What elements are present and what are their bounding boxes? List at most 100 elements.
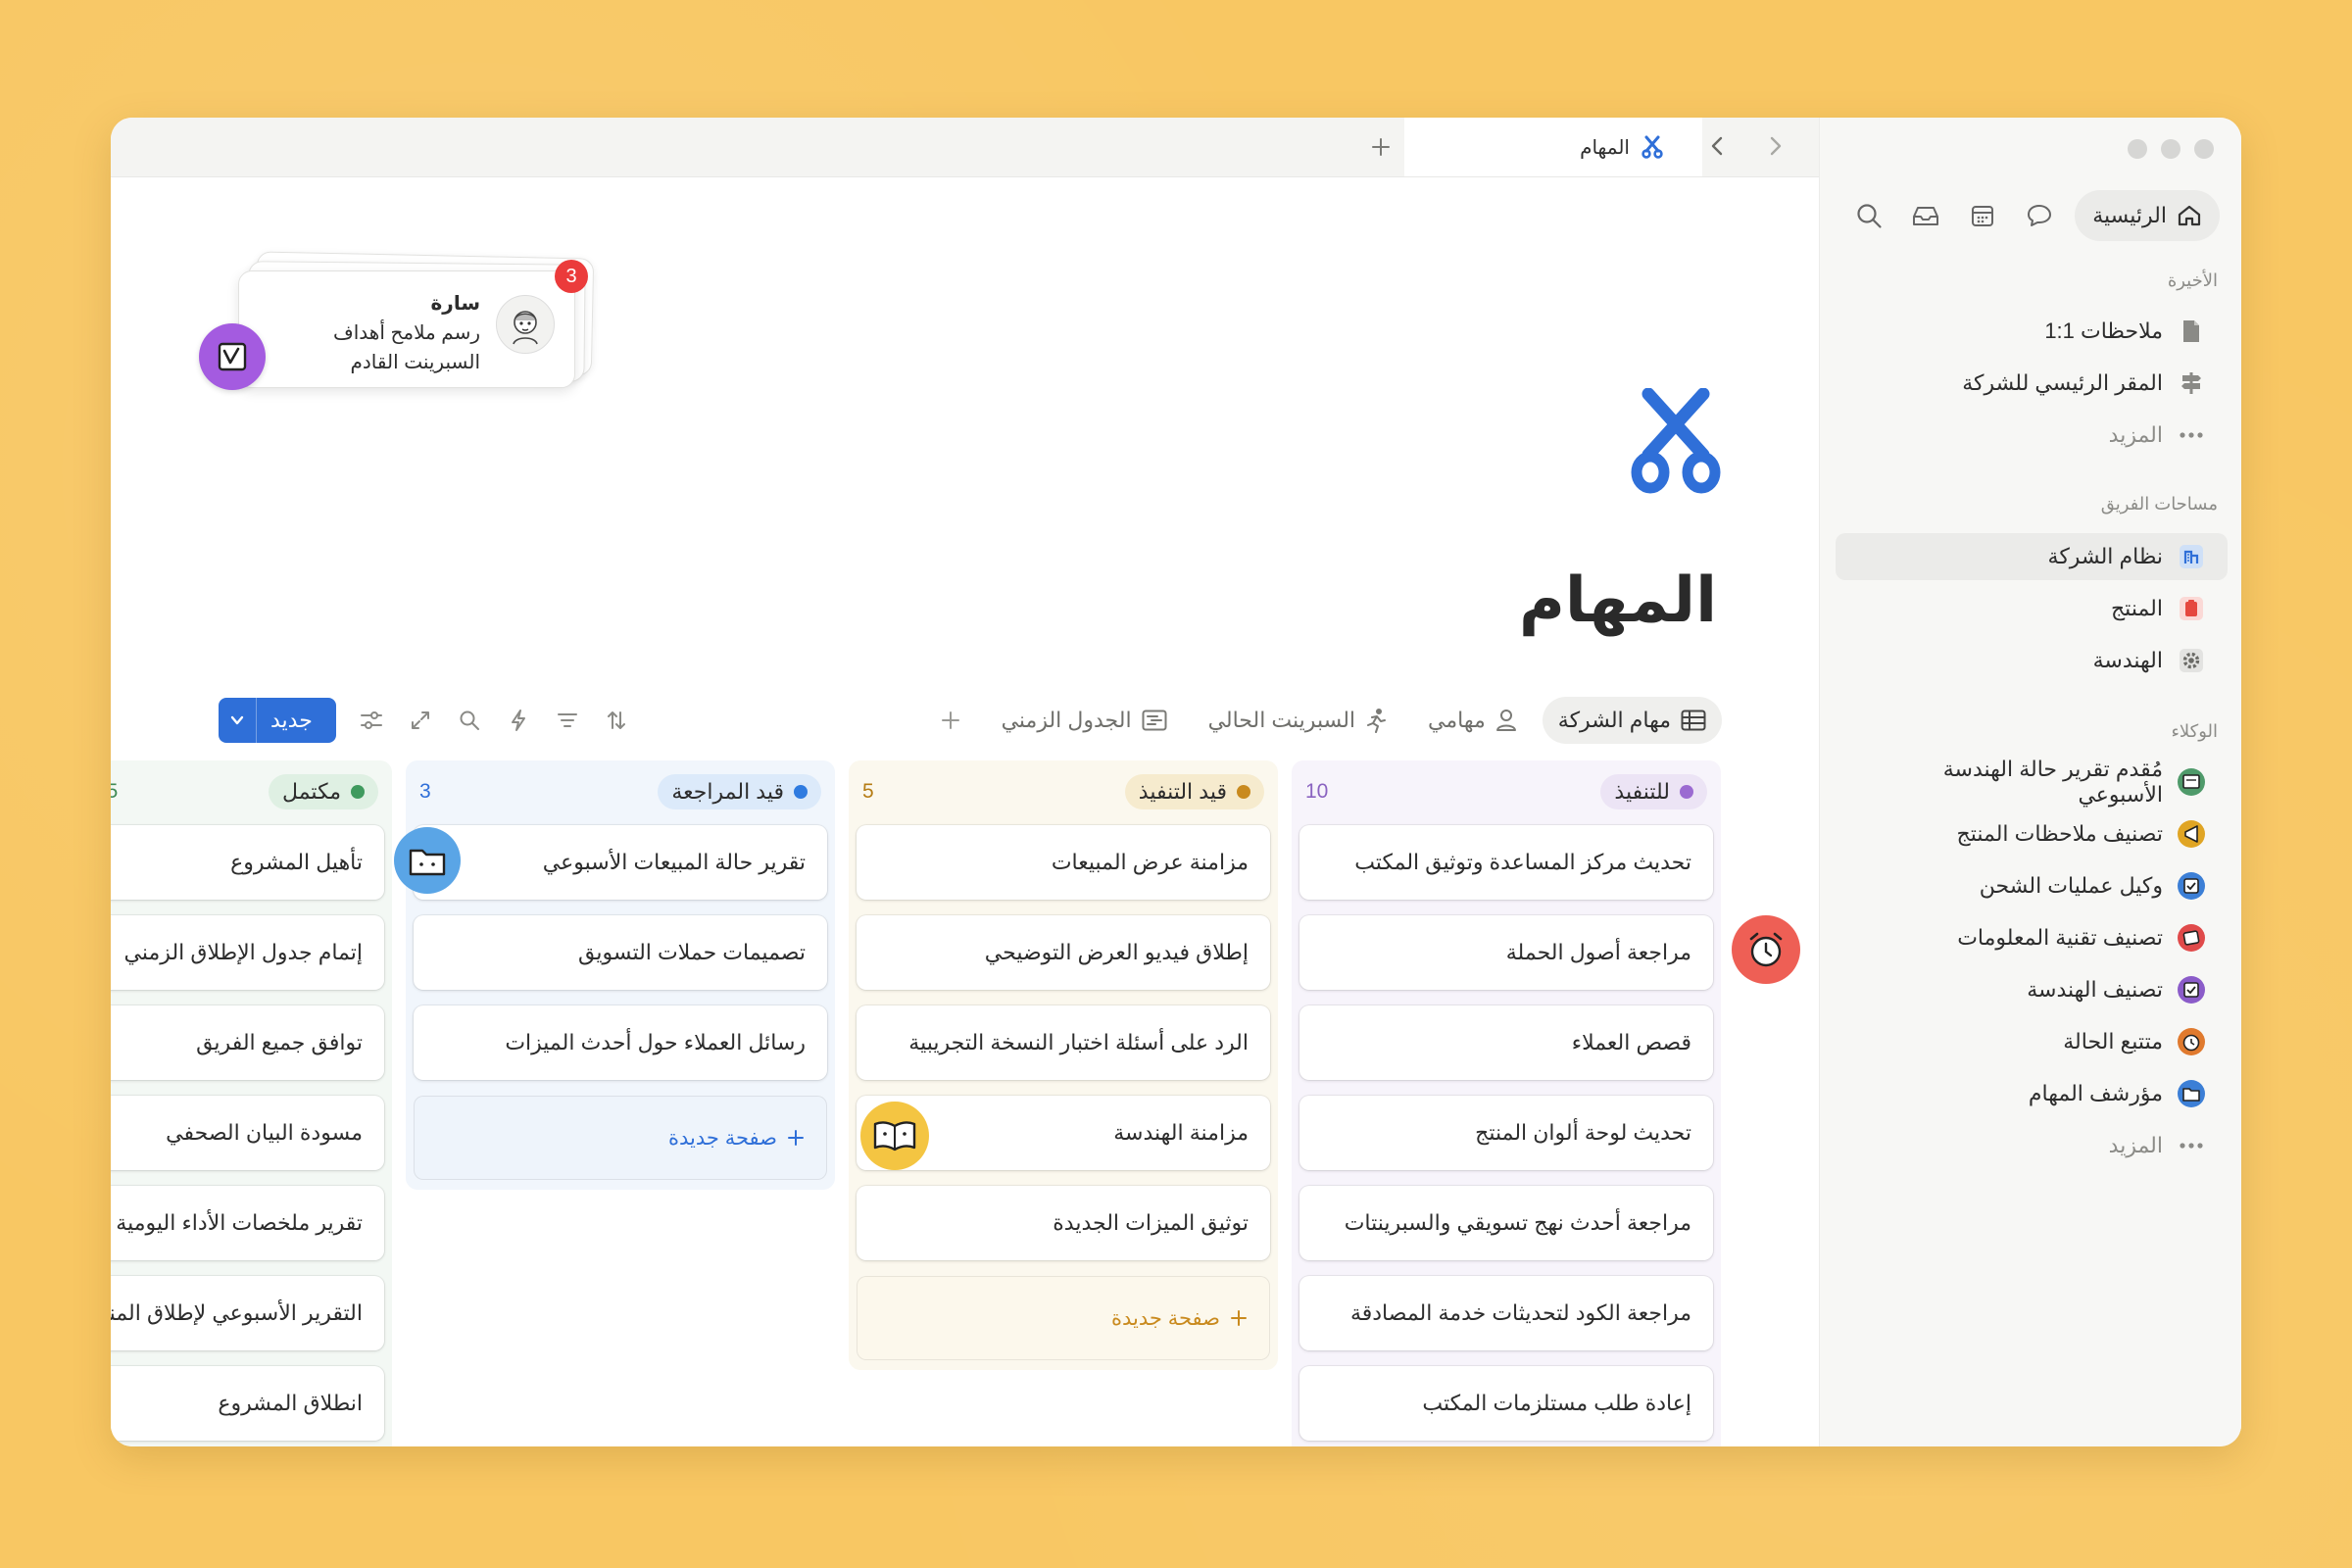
task-card[interactable]: مراجعة أصول الحملة — [1299, 915, 1713, 990]
expand-button[interactable] — [407, 707, 434, 734]
status-chip[interactable]: للتنفيذ — [1600, 774, 1707, 809]
window-control-minimize[interactable] — [2161, 139, 2180, 159]
forward-button[interactable] — [1761, 131, 1790, 161]
task-card[interactable]: تحديث مركز المساعدة وتوثيق المكتب — [1299, 825, 1713, 900]
new-page-label: صفحة جديدة — [1111, 1306, 1220, 1330]
sidebar-item-product[interactable]: المنتج — [1836, 585, 2228, 632]
add-view-button[interactable] — [925, 697, 976, 744]
filter-button[interactable] — [554, 707, 581, 734]
task-card[interactable]: إتمام جدول الإطلاق الزمني — [111, 915, 384, 990]
automation-button[interactable] — [505, 707, 532, 734]
view-tab-my-tasks[interactable]: مهامي — [1412, 697, 1533, 744]
task-card[interactable]: التقرير الأسبوعي لإطلاق المنتج — [111, 1276, 384, 1350]
task-card[interactable]: إعادة طلب مستلزمات المكتب — [1299, 1366, 1713, 1441]
page-icon[interactable] — [1627, 387, 1725, 496]
view-tab-company-tasks[interactable]: مهام الشركة — [1542, 697, 1722, 744]
filter-icon — [557, 713, 577, 727]
task-card[interactable]: تصميمات حملات التسويق — [414, 915, 827, 990]
page-title[interactable]: المهام — [1519, 564, 1717, 637]
chevron-left-icon — [1711, 136, 1723, 156]
task-card[interactable]: الرد على أسئلة اختبار النسخة التجريبية — [857, 1005, 1270, 1080]
column-header: قيد المراجعة 3 — [414, 772, 827, 811]
back-button[interactable] — [1702, 131, 1732, 161]
window-control-zoom[interactable] — [2194, 139, 2214, 159]
sidebar-item-more-recent[interactable]: المزيد — [1836, 412, 2228, 459]
new-page-button[interactable]: صفحة جديدة — [414, 1096, 827, 1180]
task-card[interactable]: توافق جميع الفريق — [111, 1005, 384, 1080]
new-button[interactable]: جديد — [219, 698, 336, 743]
sort-icon — [607, 711, 625, 729]
sidebar-item-label: تصنيف تقنية المعلومات — [1957, 925, 2163, 950]
notification-front: سارة رسم ملامح أهداف السبرينت القادم 3 — [238, 260, 588, 388]
chevron-right-icon — [1770, 136, 1782, 156]
sidebar-item-company-system[interactable]: نظام الشركة — [1836, 533, 2228, 580]
search-button[interactable] — [1847, 194, 1890, 237]
status-dot — [351, 785, 365, 799]
task-card[interactable]: إطلاق فيديو العرض التوضيحي — [857, 915, 1270, 990]
status-chip[interactable]: قيد المراجعة — [658, 774, 821, 809]
view-tab-current-sprint[interactable]: السبرينت الحالي — [1193, 697, 1402, 744]
sidebar-item-agent-eng-status[interactable]: مُقدم تقرير حالة الهندسة الأسبوعي — [1836, 757, 2228, 807]
sort-button[interactable] — [603, 707, 630, 734]
sidebar-item-agent-product-feedback[interactable]: تصنيف ملاحظات المنتج — [1836, 810, 2228, 858]
view-tab-timeline[interactable]: الجدول الزمني — [986, 697, 1183, 744]
tab-title: المهام — [1580, 136, 1630, 159]
task-card[interactable]: تحديث لوحة ألوان المنتج — [1299, 1096, 1713, 1170]
task-card[interactable]: مزامنة عرض المبيعات — [857, 825, 1270, 900]
sidebar-item-label: وكيل عمليات الشحن — [1979, 873, 2163, 898]
person-sketch-icon — [513, 311, 538, 345]
new-tab-button[interactable] — [1363, 129, 1398, 165]
calendar-button[interactable] — [1961, 194, 2004, 237]
folder-sticker-icon — [409, 849, 446, 876]
status-chip[interactable]: قيد التنفيذ — [1124, 774, 1264, 809]
status-chip[interactable]: مكتمل — [269, 774, 378, 809]
column-header: قيد التنفيذ 5 — [857, 772, 1270, 811]
search-button[interactable] — [456, 707, 483, 734]
sidebar-item-engineering[interactable]: الهندسة — [1836, 637, 2228, 684]
settings-sliders-button[interactable] — [358, 707, 385, 734]
sidebar-item-agent-task-archiver[interactable]: مؤرشف المهام — [1836, 1070, 2228, 1117]
task-card[interactable]: توثيق الميزات الجديدة — [857, 1186, 1270, 1260]
sidebar-item-agent-it-triage[interactable]: تصنيف تقنية المعلومات — [1836, 914, 2228, 961]
sidebar-item-1on1-notes[interactable]: ملاحظات 1:1 — [1836, 308, 2228, 355]
tab-bar: المهام — [111, 118, 1820, 177]
sidebar-item-company-hq[interactable]: المقر الرئيسي للشركة — [1836, 360, 2228, 407]
window-control-close[interactable] — [2128, 139, 2147, 159]
inbox-icon — [1913, 207, 1939, 225]
sidebar-item-label: مُقدم تقرير حالة الهندسة الأسبوعي — [1942, 757, 2163, 807]
task-card[interactable]: مسودة البيان الصحفي — [111, 1096, 384, 1170]
sidebar-item-more-agents[interactable]: المزيد — [1836, 1122, 2228, 1169]
task-title: مزامنة عرض المبيعات — [1051, 850, 1249, 874]
home-label: الرئيسية — [2092, 203, 2167, 227]
task-card[interactable]: مراجعة الكود لتحديثات خدمة المصادقة — [1299, 1276, 1713, 1350]
presentation-icon — [2177, 767, 2206, 797]
task-card[interactable]: تأهيل المشروع — [111, 825, 384, 900]
plus-icon — [1231, 1310, 1247, 1326]
sidebar-item-label: المنتج — [2110, 596, 2163, 620]
scissors-icon — [1631, 387, 1721, 494]
home-button[interactable]: الرئيسية — [2075, 190, 2220, 241]
notification-card[interactable]: سارة رسم ملامح أهداف السبرينت القادم 3 — [238, 251, 595, 388]
chat-button[interactable] — [2018, 194, 2061, 237]
task-card[interactable]: رسائل العملاء حول أحدث الميزات — [414, 1005, 827, 1080]
task-title: تحديث لوحة ألوان المنتج — [1475, 1120, 1691, 1145]
document-icon — [2177, 317, 2206, 346]
tab-tasks[interactable]: المهام — [1404, 118, 1702, 176]
task-card[interactable]: قصص العملاء — [1299, 1005, 1713, 1080]
sidebar-item-agent-status-tracker[interactable]: متتبع الحالة — [1836, 1018, 2228, 1065]
inbox-button[interactable] — [1904, 194, 1947, 237]
sidebar-item-agent-eng-triage[interactable]: تصنيف الهندسة — [1836, 966, 2228, 1013]
task-card[interactable]: مراجعة أحدث نهج تسويقي والسبرينتات — [1299, 1186, 1713, 1260]
task-title: إطلاق فيديو العرض التوضيحي — [984, 940, 1249, 964]
sidebar-item-agent-shipping-ops[interactable]: وكيل عمليات الشحن — [1836, 862, 2228, 909]
recent-section-label: الأخيرة — [2167, 270, 2218, 290]
alarm-icon — [2177, 1027, 2206, 1056]
task-card[interactable]: تقرير حالة المبيعات الأسبوعي — [414, 825, 827, 900]
sidebar-item-label: الهندسة — [2092, 648, 2163, 672]
app-window: المهام سارة رسم ملامح أهداف السبرينت الق… — [111, 118, 2241, 1446]
new-page-button[interactable]: صفحة جديدة — [857, 1276, 1270, 1360]
new-dropdown-toggle[interactable] — [219, 698, 257, 743]
task-card[interactable]: تقرير ملخصات الأداء اليومية — [111, 1186, 384, 1260]
task-card[interactable]: انطلاق المشروع — [111, 1366, 384, 1441]
plus-icon — [1372, 138, 1390, 156]
